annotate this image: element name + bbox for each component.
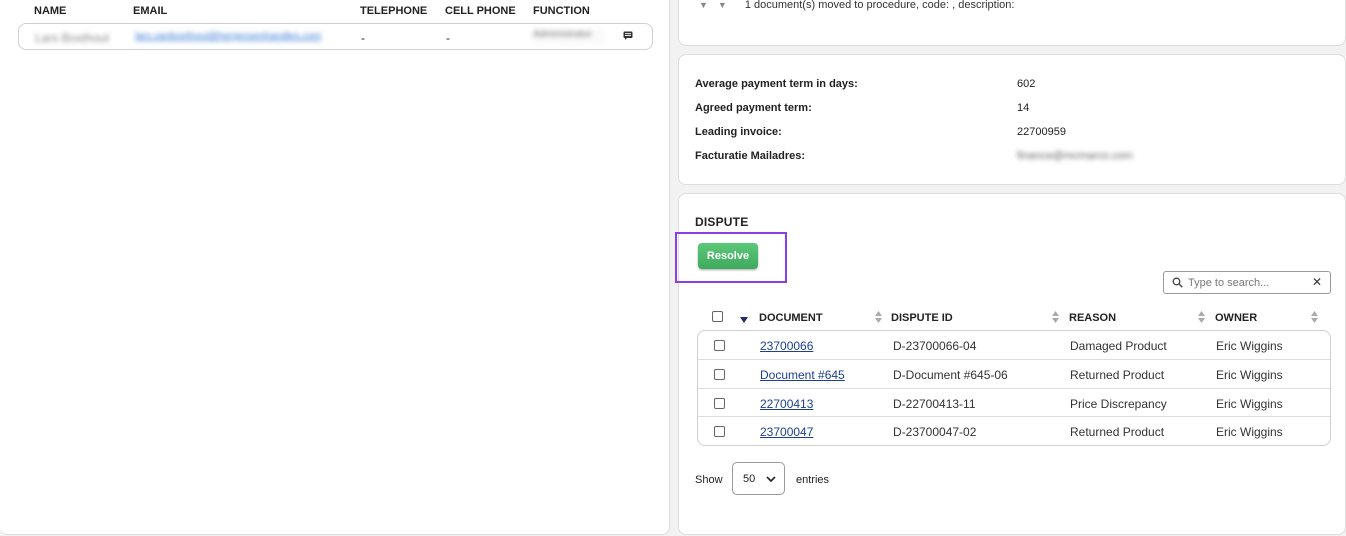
column-reason[interactable]: REASON [1069,312,1116,324]
column-dispute-id[interactable]: DISPUTE ID [891,312,953,324]
dispute-table: 23700066 D-23700066-04 Damaged Product E… [697,330,1331,446]
chevron-down-icon: ▼▼ [699,0,737,10]
row-checkbox[interactable] [714,340,725,351]
avg-payment-term-label: Average payment term in days: [695,78,858,90]
contact-row: Lars Boxthout lars.vanboxthout@henjensen… [18,23,653,50]
chevron-down-icon [766,476,776,483]
column-owner[interactable]: OWNER [1215,312,1257,324]
dispute-id-cell: D-23700066-04 [893,339,977,353]
payment-info-card: Average payment term in days: 602 Agreed… [678,54,1346,185]
contact-telephone: - [361,31,365,45]
reason-cell: Damaged Product [1070,339,1167,353]
dispute-id-cell: D-22700413-11 [893,397,976,411]
document-link[interactable]: 22700413 [760,397,813,411]
table-row: 23700066 D-23700066-04 Damaged Product E… [698,331,1330,360]
message-icon[interactable] [623,31,633,40]
entries-select-value: 50 [743,473,756,485]
column-cell-phone: CELL PHONE [445,5,516,17]
table-row: Document #645 D-Document #645-06 Returne… [698,359,1330,388]
dispute-search[interactable]: ✕ [1163,271,1331,294]
agreed-payment-term-value: 14 [1017,102,1030,114]
select-all-checkbox[interactable] [712,311,723,322]
billing-mail-value: finance@mcmarco.com [1017,150,1133,162]
leading-invoice-value: 22700959 [1017,126,1066,138]
column-name: NAME [34,5,67,17]
contact-email-link[interactable]: lars.vanboxthout@henjensenhandles.com [135,31,321,42]
row-checkbox[interactable] [714,426,725,437]
billing-mail-label: Facturatie Mailadres: [695,150,806,162]
document-link[interactable]: Document #645 [760,368,845,382]
row-checkbox[interactable] [714,369,725,380]
dispute-id-cell: D-Document #645-06 [893,368,1008,382]
contact-function: Administrator [533,29,605,45]
activity-log-entry: ▼▼ 1 document(s) moved to procedure, code… [699,0,1014,11]
sort-icon[interactable] [875,311,882,323]
sort-desc-icon[interactable] [740,317,748,323]
row-checkbox[interactable] [714,398,725,409]
avg-payment-term-value: 602 [1017,78,1036,90]
table-row: 22700413 D-22700413-11 Price Discrepancy… [698,388,1330,417]
dispute-id-cell: D-23700047-02 [893,425,977,439]
search-icon [1172,277,1183,288]
resolve-button[interactable]: Resolve [698,243,758,269]
owner-cell: Eric Wiggins [1216,339,1283,353]
show-label: Show [695,474,723,486]
column-document[interactable]: DOCUMENT [759,312,823,324]
sort-icon[interactable] [1198,311,1205,323]
search-input[interactable] [1188,275,1306,291]
entries-per-page-select[interactable]: 50 [732,462,785,495]
column-function: FUNCTION [533,5,590,17]
activity-log-card: ▼▼ 1 document(s) moved to procedure, code… [678,0,1346,46]
reason-cell: Returned Product [1070,368,1165,382]
clear-search-icon[interactable]: ✕ [1312,275,1322,289]
reason-cell: Price Discrepancy [1070,397,1167,411]
sort-icon[interactable] [1311,311,1318,323]
activity-log-text: 1 document(s) moved to procedure, code: … [744,0,1015,11]
document-link[interactable]: 23700047 [760,425,813,439]
column-telephone: TELEPHONE [360,5,428,17]
table-row: 23700047 D-23700047-02 Returned Product … [698,416,1330,445]
app-root: NAME EMAIL TELEPHONE CELL PHONE FUNCTION… [0,0,1346,536]
agreed-payment-term-label: Agreed payment term: [695,102,812,114]
column-email: EMAIL [133,5,168,17]
owner-cell: Eric Wiggins [1216,425,1283,439]
contact-name: Lars Boxthout [35,31,110,45]
document-link[interactable]: 23700066 [760,339,813,353]
contacts-panel: NAME EMAIL TELEPHONE CELL PHONE FUNCTION… [0,0,670,535]
entries-label: entries [796,474,830,486]
dispute-title: DISPUTE [695,215,749,229]
contacts-table-header: NAME EMAIL TELEPHONE CELL PHONE FUNCTION [0,5,670,19]
sort-icon[interactable] [1052,311,1059,323]
dispute-card: DISPUTE Resolve ✕ DOCUMENT DISPUTE ID RE… [675,193,1346,535]
leading-invoice-label: Leading invoice: [695,126,782,138]
contact-cell-phone: - [446,31,450,45]
owner-cell: Eric Wiggins [1216,397,1283,411]
owner-cell: Eric Wiggins [1216,368,1283,382]
reason-cell: Returned Product [1070,425,1165,439]
